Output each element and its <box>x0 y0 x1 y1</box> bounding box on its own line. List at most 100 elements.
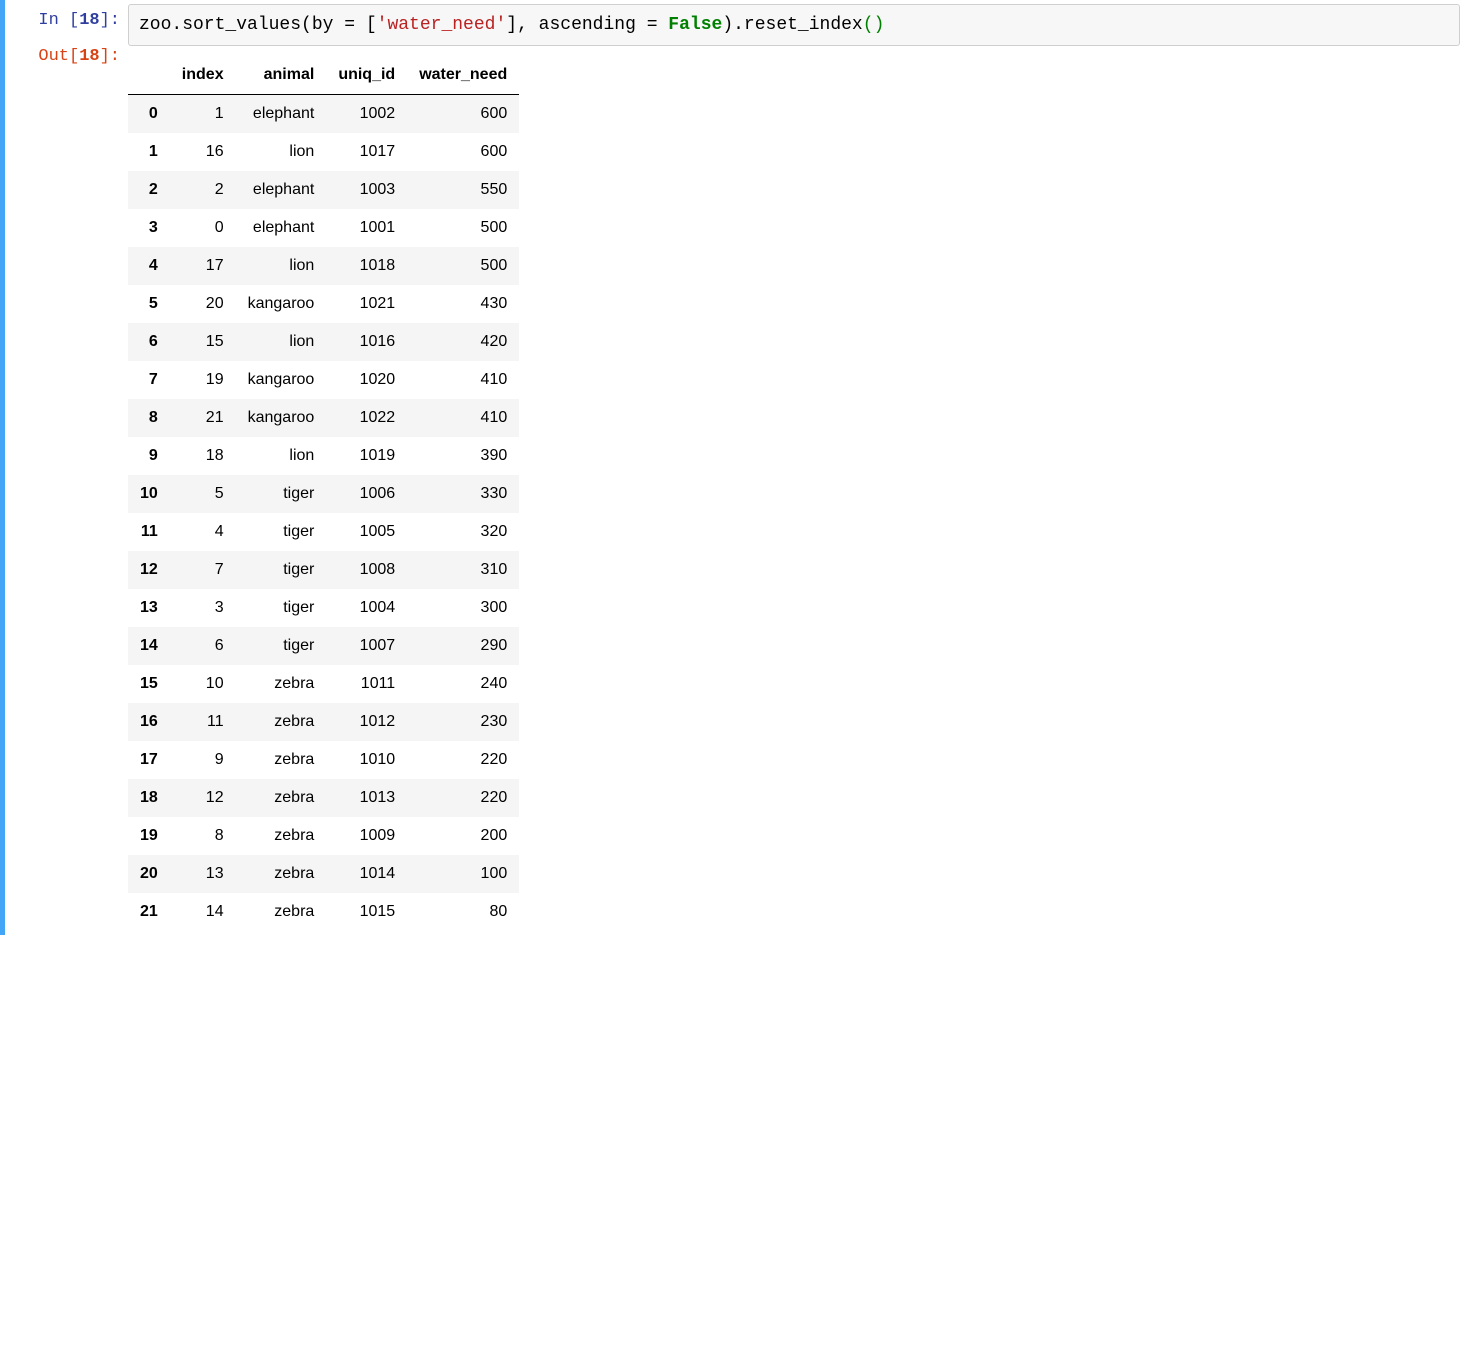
cell-index: 9 <box>170 741 236 779</box>
in-suffix: ]: <box>100 11 120 30</box>
code-keyword: False <box>668 15 722 35</box>
row-label: 16 <box>128 703 170 741</box>
cell-index: 19 <box>170 361 236 399</box>
table-row: 1812zebra1013220 <box>128 779 519 817</box>
cell-index: 20 <box>170 285 236 323</box>
code-text: ], ascending = <box>506 15 668 35</box>
cell-uniq_id: 1003 <box>326 171 407 209</box>
table-body: 01elephant1002600116lion101760022elephan… <box>128 95 519 932</box>
cell-uniq_id: 1015 <box>326 893 407 931</box>
cell-uniq_id: 1001 <box>326 209 407 247</box>
cell-uniq_id: 1014 <box>326 855 407 893</box>
row-label: 1 <box>128 133 170 171</box>
cell-uniq_id: 1006 <box>326 475 407 513</box>
cell-animal: tiger <box>236 627 327 665</box>
cell-index: 14 <box>170 893 236 931</box>
code-input[interactable]: zoo.sort_values(by = ['water_need'], asc… <box>128 4 1460 46</box>
header-row: index animal uniq_id water_need <box>128 56 519 95</box>
cell-animal: zebra <box>236 703 327 741</box>
notebook-cell: In [18]: Out[18]: zoo.sort_values(by = [… <box>0 0 1460 935</box>
cell-water_need: 220 <box>407 741 519 779</box>
row-label: 2 <box>128 171 170 209</box>
row-label: 9 <box>128 437 170 475</box>
row-label: 14 <box>128 627 170 665</box>
table-row: 198zebra1009200 <box>128 817 519 855</box>
table-row: 2013zebra1014100 <box>128 855 519 893</box>
cell-water_need: 430 <box>407 285 519 323</box>
cell-uniq_id: 1007 <box>326 627 407 665</box>
col-header-uniq-id: uniq_id <box>326 56 407 95</box>
cell-water_need: 600 <box>407 133 519 171</box>
cell-animal: zebra <box>236 893 327 931</box>
cell-water_need: 390 <box>407 437 519 475</box>
cell-index: 10 <box>170 665 236 703</box>
cell-uniq_id: 1005 <box>326 513 407 551</box>
cell-animal: elephant <box>236 95 327 134</box>
table-row: 719kangaroo1020410 <box>128 361 519 399</box>
table-row: 146tiger1007290 <box>128 627 519 665</box>
cell-water_need: 310 <box>407 551 519 589</box>
cell-water_need: 420 <box>407 323 519 361</box>
cell-water_need: 320 <box>407 513 519 551</box>
out-prefix: Out[ <box>38 47 79 66</box>
cell-index: 11 <box>170 703 236 741</box>
content-column: zoo.sort_values(by = ['water_need'], asc… <box>128 4 1460 931</box>
code-paren: ( <box>863 15 874 35</box>
cell-uniq_id: 1008 <box>326 551 407 589</box>
cell-uniq_id: 1011 <box>326 665 407 703</box>
cell-animal: zebra <box>236 665 327 703</box>
cell-index: 18 <box>170 437 236 475</box>
cell-index: 21 <box>170 399 236 437</box>
row-label: 10 <box>128 475 170 513</box>
cell-index: 2 <box>170 171 236 209</box>
cell-index: 4 <box>170 513 236 551</box>
table-row: 520kangaroo1021430 <box>128 285 519 323</box>
cell-index: 13 <box>170 855 236 893</box>
cell-index: 5 <box>170 475 236 513</box>
table-row: 105tiger1006330 <box>128 475 519 513</box>
out-suffix: ]: <box>100 47 120 66</box>
cell-index: 12 <box>170 779 236 817</box>
table-head: index animal uniq_id water_need <box>128 56 519 95</box>
code-text: ).reset_index <box>722 15 862 35</box>
table-row: 821kangaroo1022410 <box>128 399 519 437</box>
output-area: index animal uniq_id water_need 01elepha… <box>128 46 1460 931</box>
row-label: 20 <box>128 855 170 893</box>
cell-animal: tiger <box>236 513 327 551</box>
cell-index: 0 <box>170 209 236 247</box>
cell-index: 3 <box>170 589 236 627</box>
dataframe-table: index animal uniq_id water_need 01elepha… <box>128 56 519 931</box>
row-label: 6 <box>128 323 170 361</box>
cell-animal: kangaroo <box>236 285 327 323</box>
cell-animal: elephant <box>236 209 327 247</box>
cell-uniq_id: 1017 <box>326 133 407 171</box>
cell-uniq_id: 1002 <box>326 95 407 134</box>
cell-uniq_id: 1010 <box>326 741 407 779</box>
table-row: 133tiger1004300 <box>128 589 519 627</box>
table-row: 1510zebra1011240 <box>128 665 519 703</box>
cell-animal: lion <box>236 323 327 361</box>
col-header-water-need: water_need <box>407 56 519 95</box>
in-exec-count: 18 <box>79 11 99 30</box>
cell-uniq_id: 1016 <box>326 323 407 361</box>
cell-uniq_id: 1019 <box>326 437 407 475</box>
cell-animal: tiger <box>236 551 327 589</box>
cell-index: 1 <box>170 95 236 134</box>
cell-water_need: 410 <box>407 361 519 399</box>
row-label: 15 <box>128 665 170 703</box>
cell-animal: zebra <box>236 855 327 893</box>
cell-water_need: 550 <box>407 171 519 209</box>
row-label: 8 <box>128 399 170 437</box>
blank-corner <box>128 56 170 95</box>
table-row: 1611zebra1012230 <box>128 703 519 741</box>
cell-animal: tiger <box>236 475 327 513</box>
cell-water_need: 220 <box>407 779 519 817</box>
code-text: zoo.sort_values(by = [ <box>139 15 377 35</box>
cell-water_need: 330 <box>407 475 519 513</box>
cell-animal: tiger <box>236 589 327 627</box>
cell-uniq_id: 1022 <box>326 399 407 437</box>
cell-water_need: 300 <box>407 589 519 627</box>
cell-uniq_id: 1020 <box>326 361 407 399</box>
table-row: 179zebra1010220 <box>128 741 519 779</box>
row-label: 17 <box>128 741 170 779</box>
